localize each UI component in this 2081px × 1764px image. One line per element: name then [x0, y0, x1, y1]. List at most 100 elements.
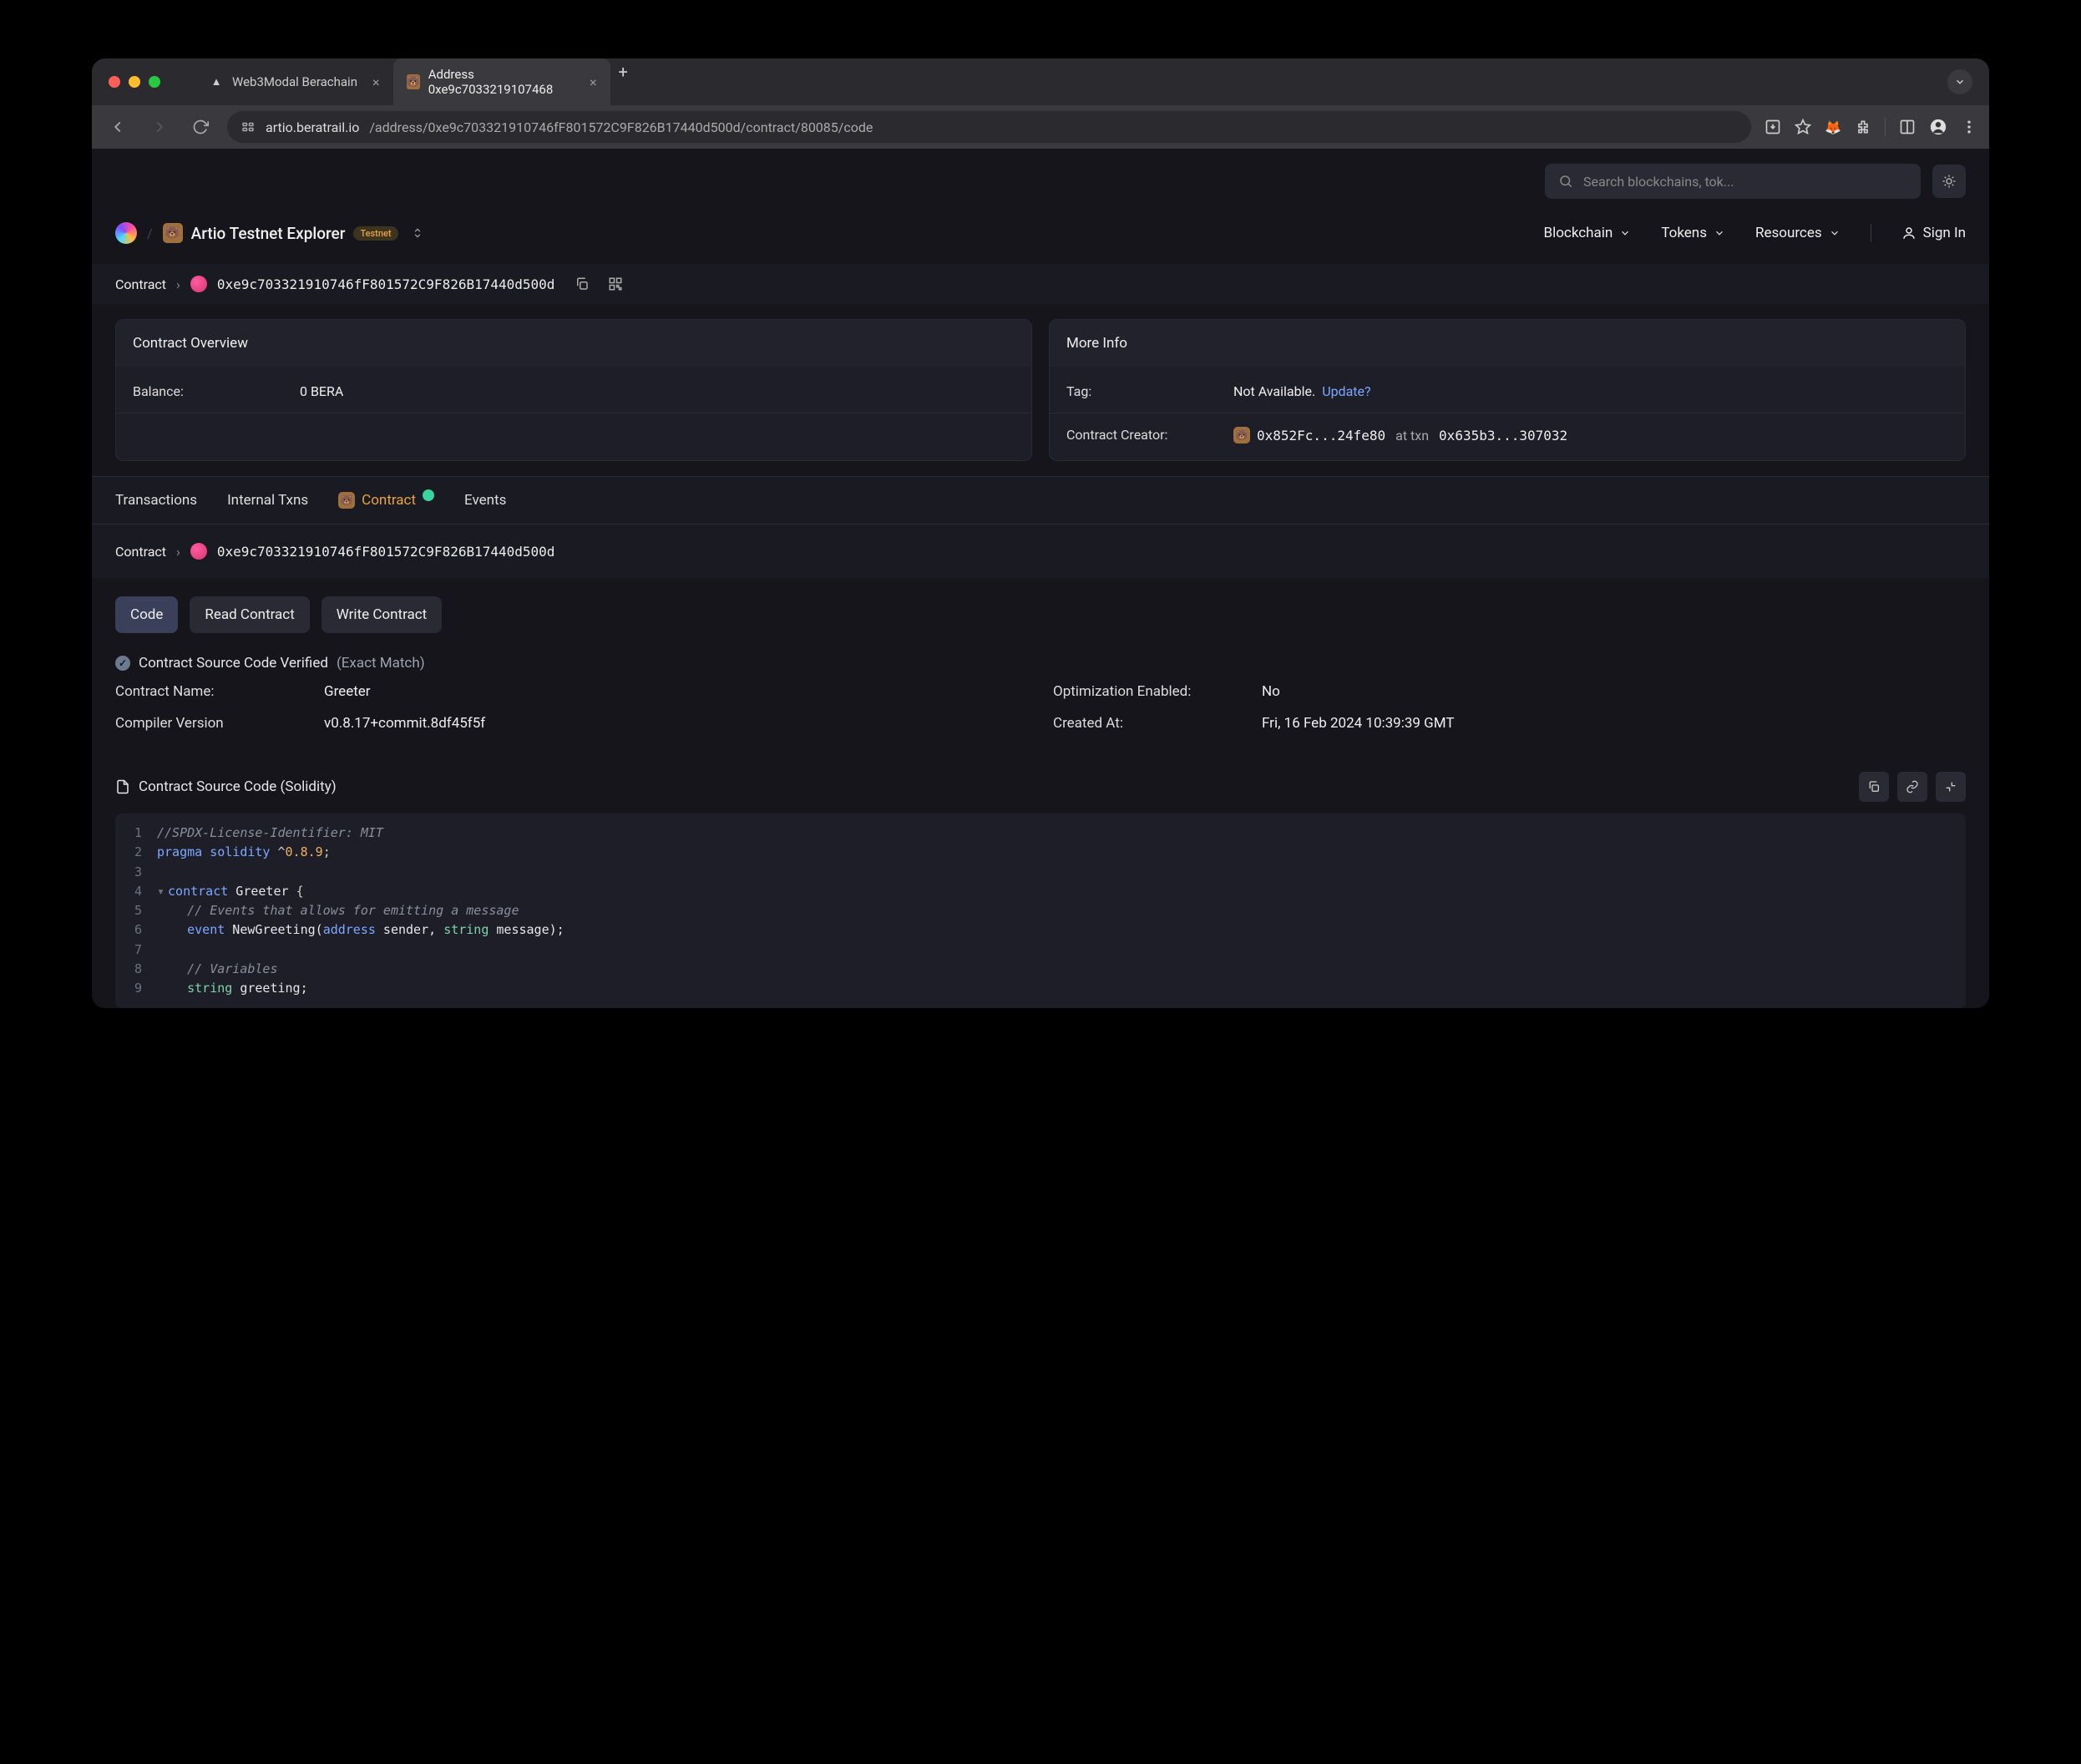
search-placeholder: Search blockchains, tok...: [1583, 174, 1734, 190]
subtab-code[interactable]: Code: [115, 596, 178, 633]
breadcrumb-slash: /: [147, 226, 153, 241]
minimize-window-button[interactable]: [129, 76, 140, 88]
creator-address[interactable]: 0x852Fc...24fe80: [1257, 428, 1385, 444]
address-bar: artio.beratrail.io/address/0xe9c70332191…: [92, 105, 1989, 149]
extensions-icon[interactable]: [1855, 119, 1871, 135]
tag-label: Tag:: [1066, 383, 1233, 399]
url-path: /address/0xe9c703321910746fF801572C9F826…: [369, 119, 873, 135]
expand-button[interactable]: [1936, 772, 1966, 802]
created-label: Created At:: [1053, 715, 1237, 732]
file-icon: [115, 779, 130, 794]
source-title: Contract Source Code (Solidity): [139, 778, 337, 795]
bear-icon: 🐻: [1233, 427, 1250, 444]
chevron-down-icon: [1829, 227, 1840, 239]
source-code[interactable]: 1//SPDX-License-Identifier: MIT 2pragma …: [115, 814, 1966, 1008]
arrow-right-icon: [150, 118, 169, 136]
sidepanel-icon[interactable]: [1899, 119, 1916, 135]
menu-icon[interactable]: [1961, 119, 1977, 135]
close-window-button[interactable]: [109, 76, 120, 88]
theme-toggle-button[interactable]: [1932, 165, 1966, 198]
browser-tab-1[interactable]: ▲ Web3Modal Berachain ×: [195, 58, 393, 105]
at-txn-label: at txn: [1395, 428, 1429, 444]
favicon-triangle-icon: ▲: [209, 74, 224, 89]
favicon-bear-icon: 🐻: [407, 74, 420, 89]
copy-code-button[interactable]: [1859, 772, 1889, 802]
link-button[interactable]: [1897, 772, 1927, 802]
tag-value: Not Available.: [1233, 383, 1315, 399]
maximize-window-button[interactable]: [149, 76, 160, 88]
nav-tokens[interactable]: Tokens: [1661, 225, 1725, 241]
exact-match: (Exact Match): [337, 655, 425, 672]
addrbar-actions: 🦊: [1765, 118, 1977, 136]
testnet-badge: Testnet: [353, 226, 397, 241]
contract-details: Contract Name: Greeter Optimization Enab…: [92, 672, 1989, 732]
chevron-down-icon: [1954, 76, 1966, 88]
window-menu-button[interactable]: [1947, 69, 1972, 94]
verified-section: ✓ Contract Source Code Verified (Exact M…: [92, 633, 1989, 672]
contract-tabs: Transactions Internal Txns 🐻 Contract Ev…: [92, 476, 1989, 524]
tab-contract[interactable]: 🐻 Contract: [338, 492, 434, 509]
nav-blockchain[interactable]: Blockchain: [1544, 225, 1632, 241]
browser-tab-2[interactable]: 🐻 Address 0xe9c7033219107468 ×: [393, 58, 610, 105]
explorer-nav: / 🐻 Artio Testnet Explorer Testnet Block…: [92, 214, 1989, 264]
line-number: 7: [115, 940, 157, 960]
balance-value: 0 BERA: [300, 383, 343, 399]
subtab-read[interactable]: Read Contract: [190, 596, 309, 633]
back-button[interactable]: [104, 113, 132, 141]
explorer-selector[interactable]: 🐻 Artio Testnet Explorer Testnet: [163, 223, 423, 243]
identicon-icon: [190, 276, 207, 292]
tab-transactions[interactable]: Transactions: [115, 492, 197, 509]
breadcrumb-label: Contract: [115, 544, 166, 560]
signin-button[interactable]: Sign In: [1901, 225, 1966, 241]
copy-icon: [1867, 780, 1881, 793]
qr-icon[interactable]: [608, 276, 623, 291]
new-tab-button[interactable]: +: [610, 58, 636, 105]
compiler-value: v0.8.17+commit.8df45f5f: [324, 715, 1028, 732]
empty-row: [116, 413, 1031, 454]
creator-label: Contract Creator:: [1066, 427, 1233, 444]
nav-label: Blockchain: [1544, 225, 1613, 241]
bear-icon: 🐻: [338, 492, 355, 509]
metamask-icon[interactable]: 🦊: [1825, 119, 1841, 135]
tag-row: Tag: Not Available. Update?: [1050, 370, 1965, 413]
txn-hash[interactable]: 0x635b3...307032: [1439, 428, 1567, 444]
close-tab-icon[interactable]: ×: [590, 74, 597, 90]
breadcrumb-label: Contract: [115, 276, 166, 292]
overview-card: Contract Overview Balance: 0 BERA: [115, 319, 1032, 461]
update-link[interactable]: Update?: [1322, 383, 1370, 399]
breadcrumb-secondary: Contract › 0xe9c703321910746fF801572C9F8…: [92, 524, 1989, 578]
contract-name-label: Contract Name:: [115, 683, 299, 700]
caret-icon: ›: [176, 276, 180, 292]
star-icon[interactable]: [1795, 119, 1811, 135]
profile-icon[interactable]: [1929, 118, 1947, 136]
verified-text: Contract Source Code Verified: [139, 655, 328, 672]
line-number: 1: [115, 824, 157, 843]
nav-resources[interactable]: Resources: [1755, 225, 1840, 241]
tab-events[interactable]: Events: [464, 492, 506, 509]
reload-button[interactable]: [187, 114, 214, 140]
fold-icon[interactable]: ▾: [157, 882, 165, 901]
line-number: 9: [115, 979, 157, 998]
subtab-write[interactable]: Write Contract: [322, 596, 442, 633]
close-tab-icon[interactable]: ×: [372, 74, 380, 90]
optimization-value: No: [1262, 683, 1966, 700]
logo-icon[interactable]: [115, 222, 137, 244]
url-host: artio.beratrail.io: [266, 119, 359, 135]
install-app-icon[interactable]: [1765, 119, 1781, 135]
collapse-icon: [1944, 780, 1957, 793]
search-input[interactable]: Search blockchains, tok...: [1545, 164, 1921, 199]
site-settings-icon: [241, 119, 256, 134]
copy-icon[interactable]: [575, 276, 590, 291]
line-number: 8: [115, 960, 157, 979]
page-content: Search blockchains, tok... / 🐻 Artio Tes…: [92, 149, 1989, 1008]
tab-internal-txns[interactable]: Internal Txns: [227, 492, 308, 509]
optimization-label: Optimization Enabled:: [1053, 683, 1237, 700]
sun-icon: [1942, 174, 1957, 189]
browser-tabs: ▲ Web3Modal Berachain × 🐻 Address 0xe9c7…: [195, 58, 1937, 105]
verified-badge-icon: [423, 489, 434, 501]
url-input[interactable]: artio.beratrail.io/address/0xe9c70332191…: [227, 111, 1751, 143]
forward-button[interactable]: [145, 113, 174, 141]
created-value: Fri, 16 Feb 2024 10:39:39 GMT: [1262, 715, 1966, 732]
explorer-name: Artio Testnet Explorer: [191, 224, 346, 243]
check-icon: ✓: [115, 656, 130, 671]
